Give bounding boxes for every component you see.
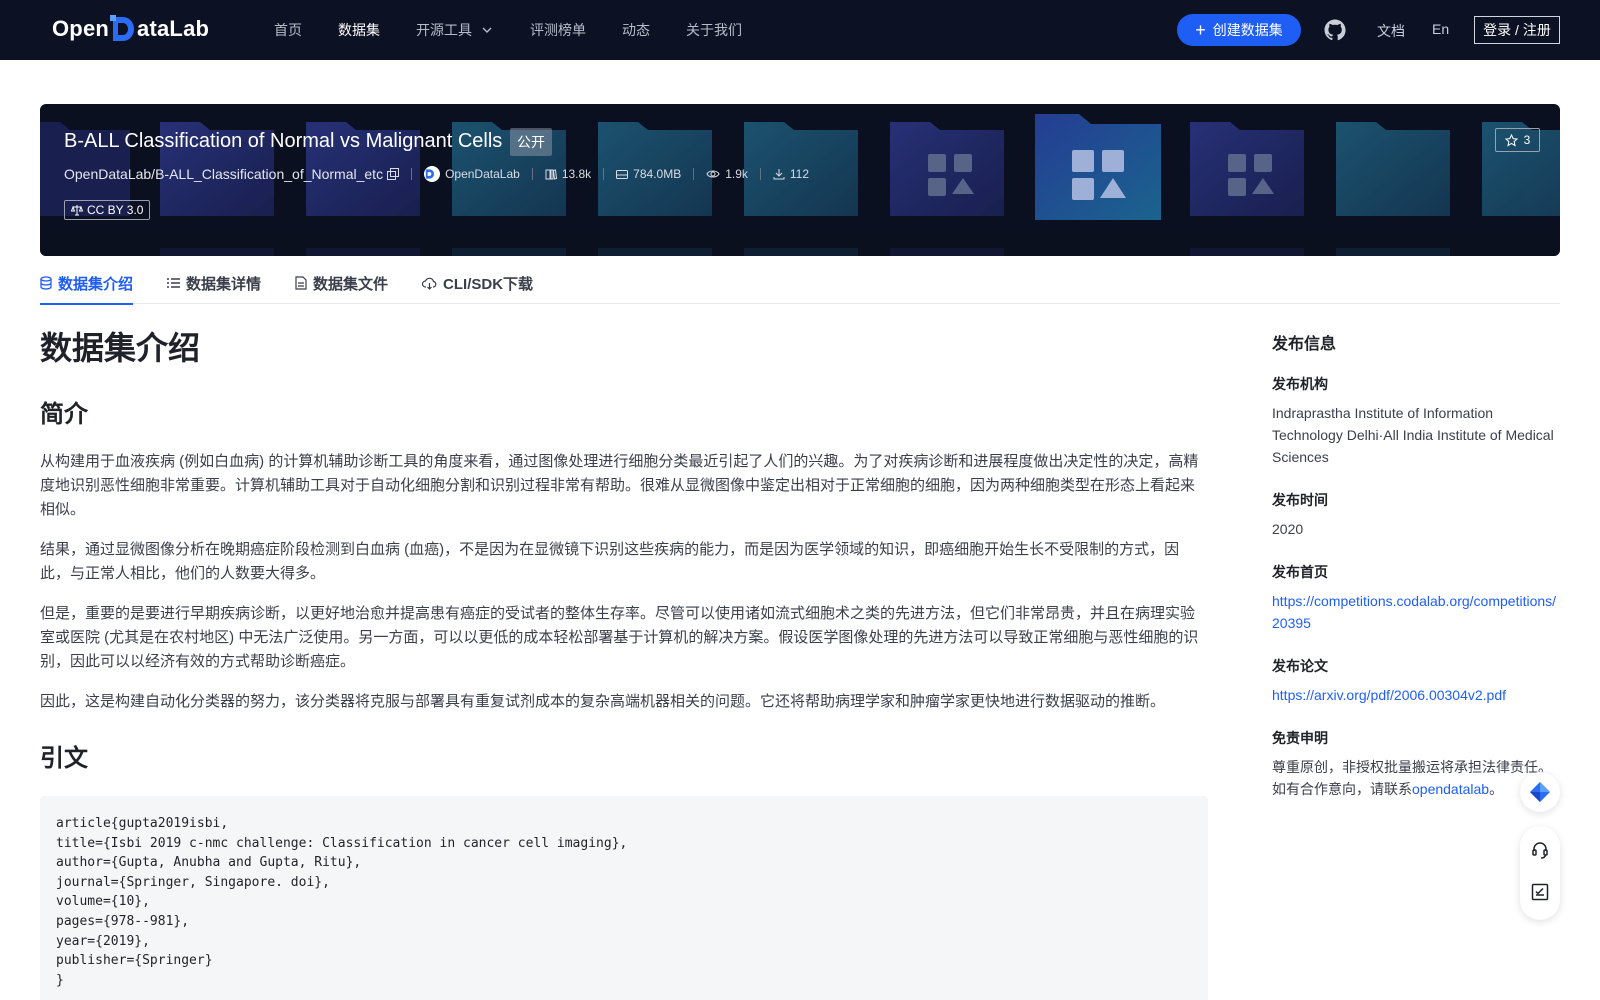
disclaimer-label: 免责申明 [1272, 730, 1328, 746]
database-icon [40, 276, 52, 290]
nav-item-news[interactable]: 动态 [622, 20, 650, 40]
floating-toolbar [1520, 772, 1560, 920]
disclaimer-text: 尊重原创，非授权批量搬运将承担法律责任。 如有合作意向，请联系opendatal… [1272, 759, 1552, 797]
opendatalab-logo[interactable]: Open ataLab [52, 15, 209, 43]
chevron-down-icon [482, 27, 492, 33]
license-badge: CC BY 3.0 [64, 200, 151, 220]
visibility-badge: 公开 [510, 128, 552, 156]
logo-text-open: Open [52, 16, 110, 41]
main-nav: 首页 数据集 开源工具 评测榜单 动态 关于我们 [274, 0, 778, 60]
publish-info-sidebar: 发布信息 发布机构 Indraprastha Institute of Info… [1272, 330, 1562, 800]
intro-paragraph: 但是，重要的是要进行早期疾病诊断，以更好地治愈并提高患有癌症的受试者的整体生存率… [40, 605, 1199, 670]
github-icon[interactable] [1323, 18, 1347, 42]
dataset-size: 784.0MB [616, 167, 681, 181]
org-avatar [424, 166, 441, 182]
divider [603, 168, 605, 180]
page-title: 数据集介绍 [40, 330, 201, 366]
book-icon [545, 169, 557, 180]
dataset-tabs: 数据集介绍 数据集详情 数据集文件 CLI/SDK下载 [40, 262, 1560, 305]
dataset-meta-row: OpenDataLab/B-ALL_Classification_of_Norm… [64, 166, 809, 182]
create-dataset-button[interactable]: + 创建数据集 [1177, 14, 1301, 46]
support-actions [1520, 826, 1560, 920]
eye-icon [706, 170, 720, 178]
dataset-title: B-ALL Classification of Normal vs Malign… [64, 130, 503, 152]
divider [693, 168, 695, 180]
intro-paragraph: 从构建用于血液疾病 (例如白血病) 的计算机辅助诊断工具的角度来看，通过图像处理… [40, 453, 1199, 518]
intro-paragraph: 结果，通过显微图像分析在晚期癌症阶段检测到白血病 (血癌)，不是因为在显微镜下识… [40, 541, 1180, 582]
nav-item-leaderboard[interactable]: 评测榜单 [530, 20, 586, 40]
contact-link[interactable]: opendatalab [1412, 781, 1489, 797]
tab-dataset-details[interactable]: 数据集详情 [167, 262, 261, 304]
language-switch[interactable]: En [1432, 21, 1449, 37]
download-icon [773, 169, 785, 180]
citation-code-block[interactable]: article{gupta2019isbi, title={Isbi 2019 … [40, 796, 1208, 1000]
publisher-label: 发布机构 [1272, 376, 1328, 392]
headset-icon[interactable] [1530, 840, 1550, 860]
login-register-button[interactable]: 登录 / 注册 [1474, 16, 1560, 44]
scale-icon [71, 205, 83, 216]
nav-item-about[interactable]: 关于我们 [686, 20, 742, 40]
divider [411, 168, 413, 180]
logo-text-datalab: ataLab [137, 16, 210, 41]
publish-time-label: 发布时间 [1272, 492, 1328, 508]
homepage-link[interactable]: https://competitions.codalab.org/competi… [1272, 590, 1562, 634]
nav-item-datasets[interactable]: 数据集 [338, 20, 380, 40]
divider [759, 168, 761, 180]
view-count: 13.8k [545, 167, 591, 181]
docs-link[interactable]: 文档 [1377, 21, 1405, 41]
assistant-logo-icon [1530, 782, 1550, 802]
paper-link[interactable]: https://arxiv.org/pdf/2006.00304v2.pdf [1272, 684, 1562, 706]
publisher-value: Indraprastha Institute of Information Te… [1272, 405, 1554, 465]
homepage-label: 发布首页 [1272, 564, 1328, 580]
tab-cli-sdk-download[interactable]: CLI/SDK下载 [422, 262, 533, 304]
assistant-button[interactable] [1520, 772, 1560, 812]
list-icon [167, 278, 181, 288]
sidebar-title: 发布信息 [1272, 336, 1337, 353]
divider [531, 168, 533, 180]
copy-icon[interactable] [387, 168, 400, 180]
star-button[interactable]: 3 [1495, 128, 1540, 152]
tab-dataset-intro[interactable]: 数据集介绍 [40, 262, 134, 305]
star-icon [1504, 133, 1518, 147]
visit-count: 1.9k [706, 167, 748, 181]
download-count: 112 [773, 167, 809, 181]
paper-label: 发布论文 [1272, 658, 1328, 674]
citation-heading: 引文 [40, 745, 88, 772]
dataset-banner: B-ALL Classification of Normal vs Malign… [40, 104, 1560, 256]
cloud-download-icon [422, 277, 437, 290]
tab-dataset-files[interactable]: 数据集文件 [295, 262, 388, 304]
publish-time-value: 2020 [1272, 521, 1304, 537]
plus-icon: + [1195, 20, 1206, 40]
intro-paragraph: 因此，这是构建自动化分类器的努力，该分类器将克服与部署具有重复试剂成本的复杂高端… [40, 693, 1166, 710]
org-link[interactable]: OpenDataLab [424, 166, 520, 182]
file-icon [295, 276, 307, 290]
storage-icon [616, 170, 629, 179]
dataset-intro-content: 数据集介绍 简介 从构建用于血液疾病 (例如白血病) 的计算机辅助诊断工具的角度… [40, 326, 1208, 1000]
logo-d-mark [110, 15, 136, 43]
feedback-icon[interactable] [1530, 882, 1550, 902]
nav-item-home[interactable]: 首页 [274, 20, 302, 40]
intro-heading: 简介 [40, 401, 88, 428]
dataset-path: OpenDataLab/B-ALL_Classification_of_Norm… [64, 166, 384, 182]
nav-item-open-source-tools[interactable]: 开源工具 [416, 20, 494, 40]
top-navbar: Open ataLab 首页 数据集 开源工具 评测榜单 动态 关于我们 + 创… [0, 0, 1600, 60]
